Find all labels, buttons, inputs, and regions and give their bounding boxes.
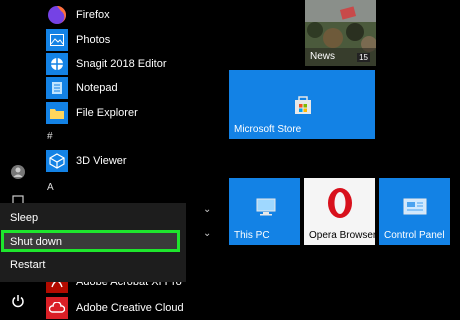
news-tile[interactable]: News 15 — [305, 0, 376, 66]
file-explorer-icon — [46, 102, 68, 124]
section-header-hash[interactable]: # — [47, 131, 53, 142]
monitor-icon — [255, 198, 277, 221]
control-panel-icon — [403, 198, 427, 221]
creative-cloud-icon — [46, 297, 68, 319]
app-label: File Explorer — [76, 107, 138, 119]
tile-label-this-pc: This PC — [234, 230, 270, 241]
snagit-icon — [46, 53, 68, 75]
user-avatar-icon[interactable] — [10, 164, 26, 180]
restart-option[interactable]: Restart — [0, 254, 186, 276]
chevron-down-icon[interactable]: ⌄ — [203, 204, 211, 215]
photos-icon — [46, 29, 68, 51]
power-icon[interactable] — [10, 293, 26, 309]
sleep-option[interactable]: Sleep — [0, 207, 186, 229]
store-bag-icon — [293, 94, 313, 121]
app-label: Adobe Creative Cloud — [76, 302, 184, 314]
app-label: Snagit 2018 Editor — [76, 58, 167, 70]
opera-tile[interactable]: Opera Browser — [304, 178, 377, 245]
shut-down-option[interactable]: Shut down — [0, 231, 186, 253]
app-list-item-notepad[interactable]: Notepad — [46, 76, 118, 100]
app-label: Firefox — [76, 9, 110, 21]
firefox-icon — [46, 4, 68, 26]
control-panel-tile[interactable]: Control Panel — [379, 178, 450, 245]
3d-viewer-icon — [46, 150, 68, 172]
app-list-item-photos[interactable]: Photos — [46, 28, 110, 52]
app-list-item-snagit[interactable]: Snagit 2018 Editor — [46, 52, 167, 76]
notepad-icon — [46, 77, 68, 99]
app-list-item-file-explorer[interactable]: File Explorer — [46, 101, 138, 125]
section-header-a[interactable]: A — [47, 182, 54, 193]
tile-label-opera: Opera Browser — [309, 230, 377, 241]
app-list-item-creative-cloud[interactable]: Adobe Creative Cloud — [46, 296, 184, 320]
news-badge: 15 — [357, 53, 370, 62]
tile-label-store: Microsoft Store — [234, 124, 302, 135]
app-label: 3D Viewer — [76, 155, 127, 167]
opera-icon — [326, 186, 354, 225]
app-label: Notepad — [76, 82, 118, 94]
app-label: Photos — [76, 34, 111, 46]
microsoft-store-tile[interactable]: Microsoft Store — [229, 70, 375, 139]
app-list-item-firefox[interactable]: Firefox — [46, 3, 110, 27]
app-list-item-3d-viewer[interactable]: 3D Viewer — [46, 149, 127, 173]
this-pc-tile[interactable]: This PC — [229, 178, 300, 245]
chevron-down-icon[interactable]: ⌄ — [203, 228, 211, 239]
tile-label-control-panel: Control Panel — [384, 230, 445, 241]
tile-label-news: News — [310, 51, 336, 62]
